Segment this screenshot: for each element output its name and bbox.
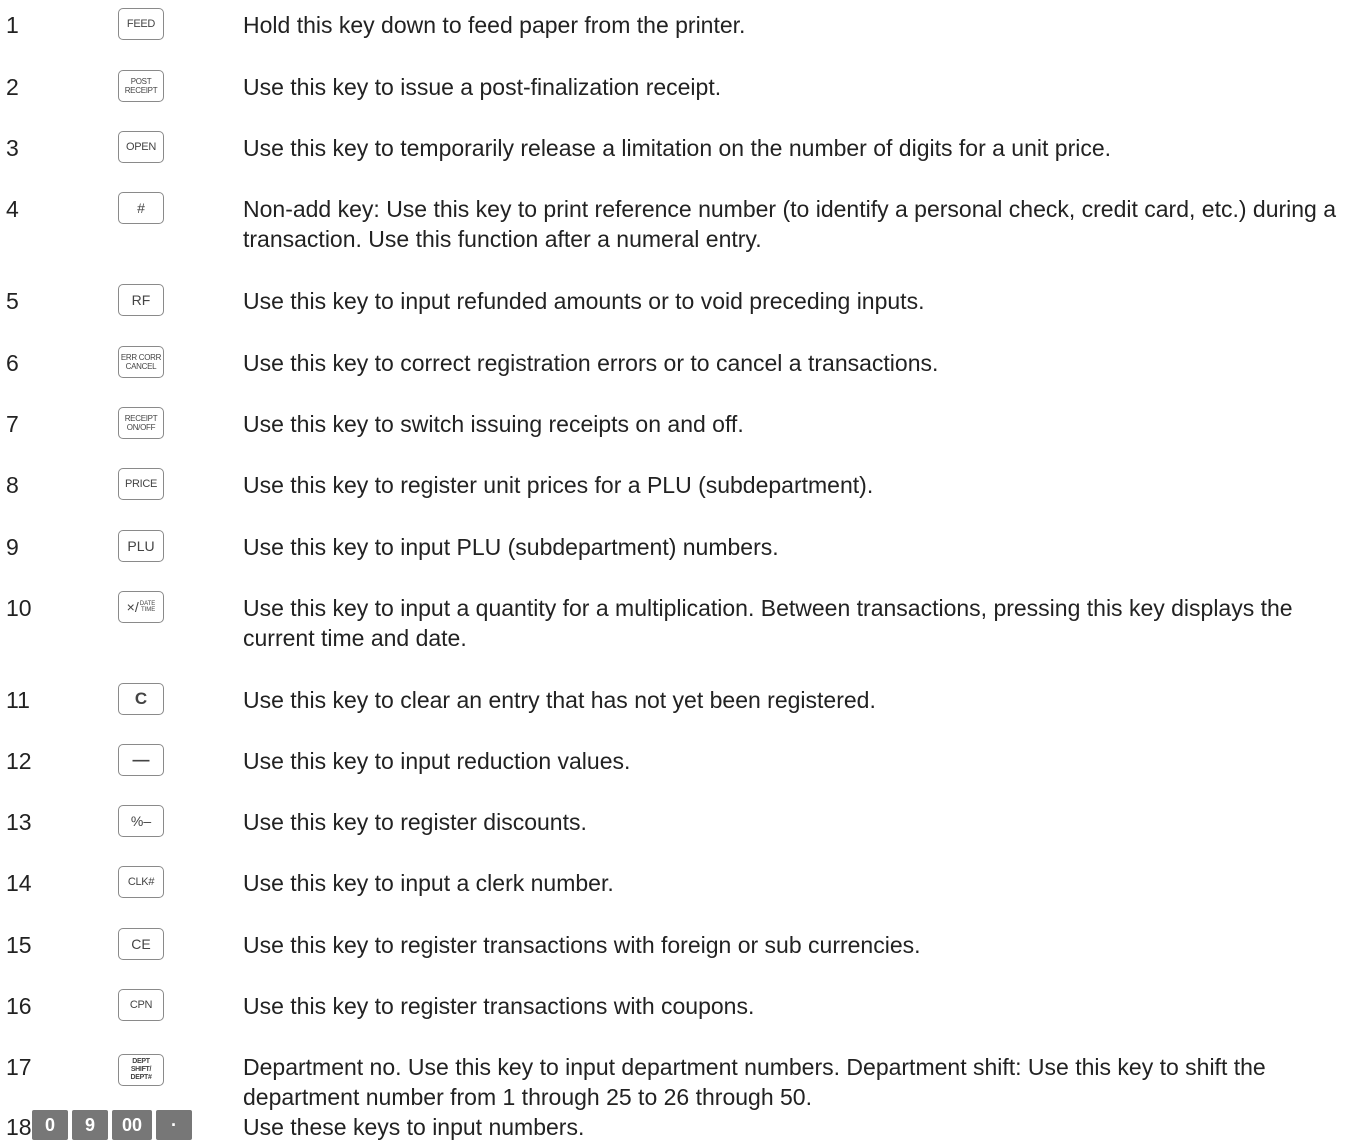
item-description: Use this key to temporarily release a li… (243, 135, 1112, 161)
decimal-key-icon: · (156, 1110, 192, 1140)
plu-key-icon: PLU (118, 530, 164, 562)
item-number: 13 (6, 809, 32, 835)
numeric-keys: 0 9 00 · (32, 1110, 192, 1140)
clerk-number-key-icon: CLK# (118, 866, 164, 898)
item-description: Use this key to register transactions wi… (243, 993, 755, 1019)
rf-key-icon: RF (118, 284, 164, 316)
ce-key-icon: CE (118, 928, 164, 960)
post-receipt-key-icon: POST RECEIPT (118, 70, 164, 102)
item-number: 8 (6, 472, 19, 498)
receipt-on-off-key-icon: RECEIPT ON/OFF (118, 407, 164, 439)
key-description-list: 1 FEED Hold this key down to feed paper … (0, 0, 1365, 1140)
err-corr-cancel-key-icon: ERR CORR CANCEL (118, 346, 164, 378)
dept-shift-key-icon: DEPT SHIFT/DEPT# (118, 1054, 164, 1086)
item-number: 6 (6, 350, 19, 376)
item-description: Use this key to register discounts. (243, 809, 587, 835)
feed-key-icon: FEED (118, 8, 164, 40)
item-number: 14 (6, 870, 32, 896)
open-key-icon: OPEN (118, 131, 164, 163)
item-number: 11 (6, 687, 30, 713)
item-description: Use this key to issue a post-finalizatio… (243, 74, 722, 100)
key-00-icon: 00 (112, 1110, 152, 1140)
item-description: Use this key to clear an entry that has … (243, 687, 876, 713)
item-number: 2 (6, 74, 19, 100)
key-9-icon: 9 (72, 1110, 108, 1140)
coupon-key-icon: CPN (118, 989, 164, 1021)
item-description: Use this key to input a clerk number. (243, 870, 614, 896)
item-description: Use this key to input a quantity for a m… (243, 595, 1293, 651)
item-description: Department no. Use this key to input dep… (243, 1054, 1266, 1110)
item-number: 9 (6, 534, 19, 560)
item-description: Use this key to input PLU (subdepartment… (243, 534, 779, 560)
item-description: Use this key to register unit prices for… (243, 472, 874, 498)
key-0-icon: 0 (32, 1110, 68, 1140)
item-description: Non-add key: Use this key to print refer… (243, 196, 1337, 252)
item-number: 16 (6, 993, 32, 1019)
minus-key-icon: — (118, 744, 164, 776)
multiply-date-time-key-icon: ×/DATE TIME (118, 591, 164, 623)
item-number: 4 (6, 196, 19, 222)
item-number: 15 (6, 932, 32, 958)
item-number: 18 (6, 1114, 32, 1140)
item-description: Use this key to input refunded amounts o… (243, 288, 925, 314)
percent-minus-key-icon: %– (118, 805, 164, 837)
item-description: Use these keys to input numbers. (243, 1114, 585, 1140)
item-number: 1 (6, 12, 19, 38)
item-number: 7 (6, 411, 19, 437)
item-number: 3 (6, 135, 19, 161)
non-add-key-icon: # (118, 192, 164, 224)
item-number: 10 (6, 595, 32, 621)
item-description: Use this key to input reduction values. (243, 748, 631, 774)
item-description: Use this key to correct registration err… (243, 350, 939, 376)
item-number: 5 (6, 288, 19, 314)
item-description: Hold this key down to feed paper from th… (243, 12, 746, 38)
price-key-icon: PRICE (118, 468, 164, 500)
item-description: Use this key to switch issuing receipts … (243, 411, 744, 437)
item-description: Use this key to register transactions wi… (243, 932, 921, 958)
clear-key-icon: C (118, 683, 164, 715)
item-number: 12 (6, 748, 32, 774)
item-number: 17 (6, 1054, 32, 1080)
